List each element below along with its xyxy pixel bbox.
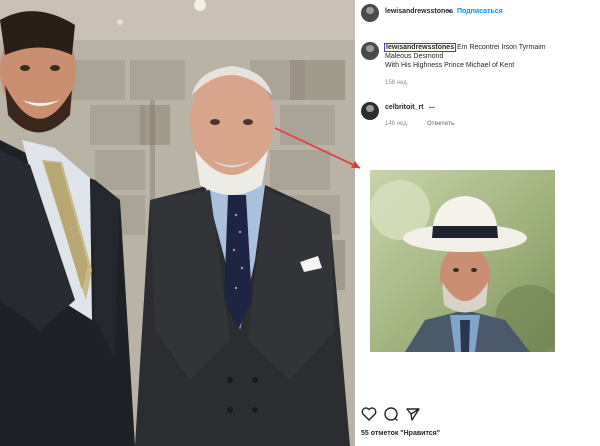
post-header: lewisandrewsstones • Подписаться xyxy=(355,0,600,30)
author-avatar[interactable] xyxy=(361,4,379,22)
share-icon[interactable] xyxy=(405,406,421,422)
comment-text: ꟷ xyxy=(429,105,435,112)
comment-icon[interactable] xyxy=(383,406,399,422)
caption-timestamp: 158 нед. xyxy=(385,80,409,86)
reply-button[interactable]: Ответить xyxy=(427,121,455,127)
post-caption: lewisandrewsstones Em Recontrei Irson Ty… xyxy=(383,43,595,70)
embedded-photo xyxy=(370,170,555,352)
commenter-username[interactable]: celbritoit_rt xyxy=(385,104,424,111)
commenter-avatar[interactable] xyxy=(361,102,379,120)
follow-button[interactable]: Подписаться xyxy=(457,8,503,15)
caption-line-2: Maleous Desmond xyxy=(385,53,444,60)
comment-timestamp: 148 нед. xyxy=(385,121,409,127)
caption-line-3: With His Highness Prince Michael of Kent xyxy=(385,62,515,69)
caption-mention[interactable]: lewisandrewsstones xyxy=(383,43,457,52)
heart-icon[interactable] xyxy=(361,406,377,422)
author-username[interactable]: lewisandrewsstones xyxy=(385,8,453,15)
instagram-post-panel: lewisandrewsstones • Подписаться lewisan… xyxy=(355,0,600,446)
likes-count: 55 отметок "Нравится" xyxy=(361,430,441,437)
main-photo xyxy=(0,0,355,446)
caption-line-1: Em Recontrei Irson Tyrmaim xyxy=(455,44,546,51)
caption-avatar[interactable] xyxy=(361,42,379,60)
separator-dot: • xyxy=(448,7,451,16)
